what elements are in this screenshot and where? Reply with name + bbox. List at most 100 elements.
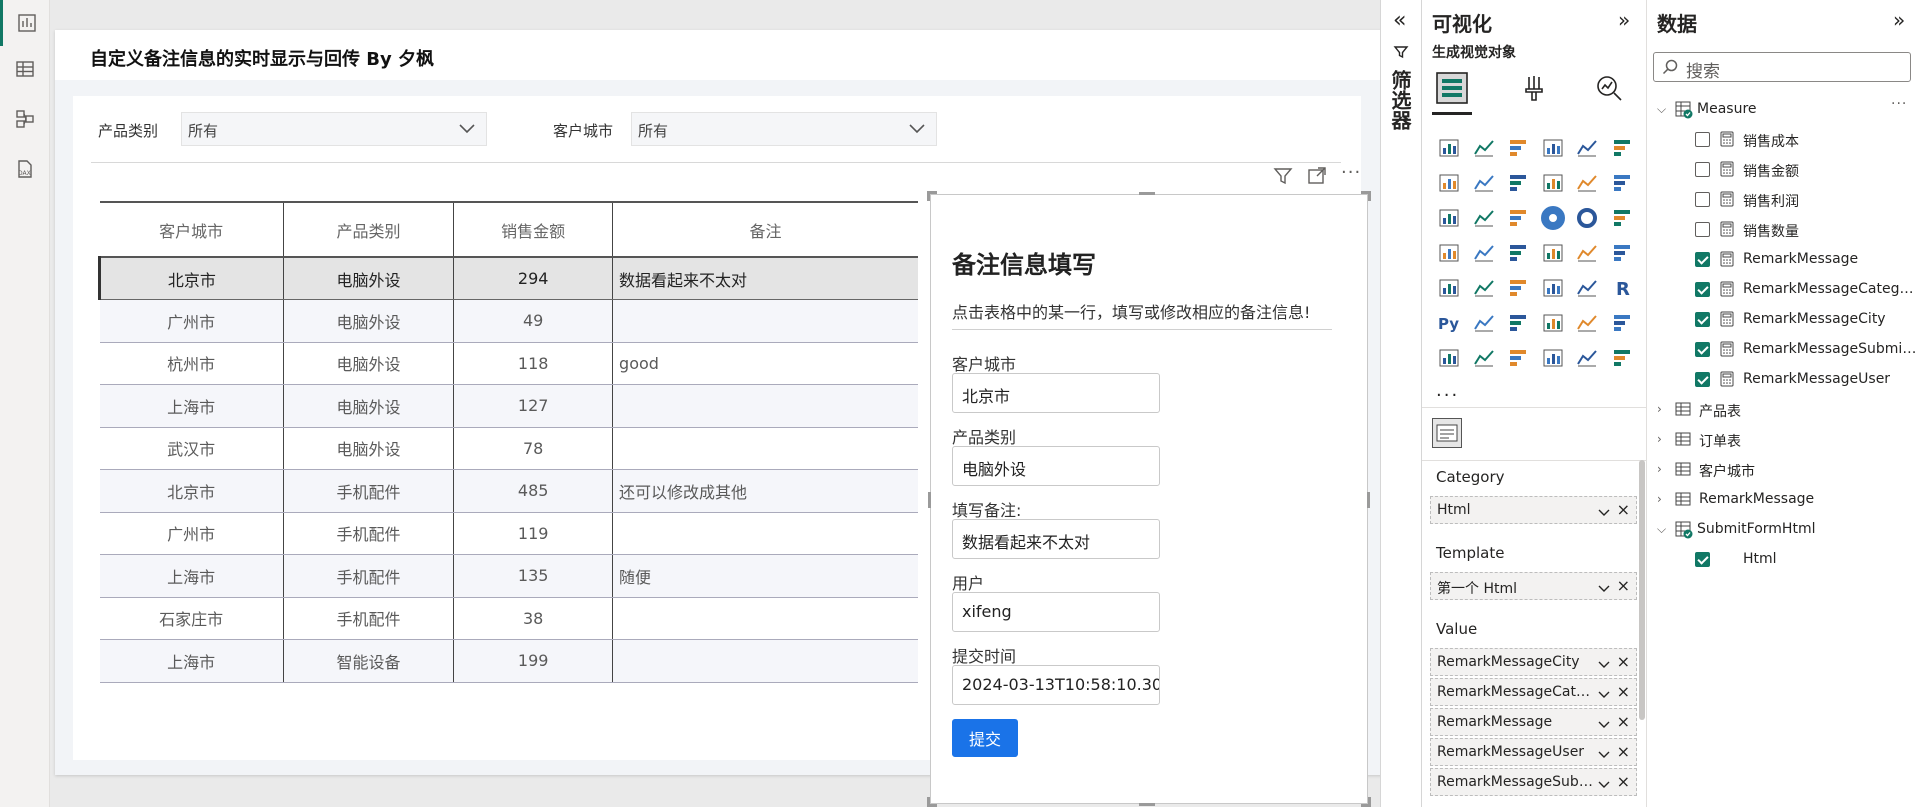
tree-field[interactable]: RemarkMessageCategory xyxy=(1647,277,1920,303)
table-row[interactable]: 北京市 电脑外设 294 数据看起来不太对 xyxy=(98,256,918,300)
resize-handle[interactable] xyxy=(1368,191,1371,201)
tree-table-0[interactable]: ⌵ Measure xyxy=(1647,97,1920,123)
col-header-category[interactable]: 产品类别 xyxy=(283,201,455,258)
multi-row-card-icon[interactable] xyxy=(1432,270,1467,305)
tab-build-visual[interactable] xyxy=(1428,66,1476,110)
field-checkbox[interactable] xyxy=(1695,372,1710,387)
chevron-down-icon[interactable] xyxy=(1598,747,1610,763)
well-field[interactable]: 第一个 Html × xyxy=(1430,572,1637,600)
html-visual-icon[interactable] xyxy=(1432,418,1462,448)
well-field[interactable]: RemarkMessageUser × xyxy=(1430,738,1637,766)
cell-sales[interactable]: 49 xyxy=(453,299,614,343)
clustered-column-chart-icon[interactable] xyxy=(1536,130,1571,165)
qa-visual-icon[interactable] xyxy=(1536,305,1571,340)
model-view-button[interactable] xyxy=(0,96,50,142)
stacked-column-chart-icon[interactable] xyxy=(1467,130,1502,165)
cell-city[interactable]: 广州市 xyxy=(99,299,284,343)
tree-field[interactable]: RemarkMessageCity xyxy=(1647,307,1920,333)
table-row[interactable]: 广州市 电脑外设 49 xyxy=(99,299,918,343)
filters-expand-button[interactable]: « xyxy=(1393,8,1406,33)
field-checkbox[interactable] xyxy=(1695,252,1710,267)
chevron-right-icon[interactable]: › xyxy=(1657,402,1662,416)
scatter-chart-icon[interactable] xyxy=(1501,200,1536,235)
kpi-icon[interactable] xyxy=(1467,270,1502,305)
data-pane-collapse-button[interactable]: » xyxy=(1893,8,1905,32)
resize-handle[interactable] xyxy=(1367,492,1370,508)
cell-city[interactable]: 上海市 xyxy=(99,554,284,598)
tree-field[interactable]: RemarkMessageUser xyxy=(1647,367,1920,393)
stacked-bar-chart-icon[interactable] xyxy=(1432,130,1467,165)
azure-map-icon[interactable] xyxy=(1536,235,1571,270)
power-automate-icon[interactable] xyxy=(1605,340,1640,375)
field-checkbox[interactable] xyxy=(1695,132,1710,147)
cell-category[interactable]: 电脑外设 xyxy=(283,299,455,343)
tree-table-2[interactable]: › 订单表 xyxy=(1647,427,1920,453)
table-row[interactable]: 上海市 电脑外设 127 xyxy=(99,384,918,428)
chevron-down-icon[interactable] xyxy=(1598,777,1610,793)
ribbon-chart-icon[interactable] xyxy=(1605,165,1640,200)
chevron-right-icon[interactable]: › xyxy=(1657,462,1662,476)
well-field[interactable]: RemarkMessageCity × xyxy=(1430,648,1637,676)
clustered-bar-chart-icon[interactable] xyxy=(1501,130,1536,165)
narrative-icon[interactable] xyxy=(1501,340,1536,375)
decomposition-tree-icon[interactable] xyxy=(1501,305,1536,340)
remove-field-icon[interactable]: × xyxy=(1617,652,1630,671)
line-clustered-column-chart-icon[interactable] xyxy=(1570,165,1605,200)
tree-table-1[interactable]: › 产品表 xyxy=(1647,397,1920,423)
tab-analytics[interactable] xyxy=(1585,66,1633,110)
table-row[interactable]: 上海市 手机配件 135 随便 xyxy=(99,554,918,598)
tree-field[interactable]: 销售金额 xyxy=(1647,157,1920,183)
focus-mode-button[interactable] xyxy=(1307,166,1327,190)
cell-remark[interactable] xyxy=(612,512,918,555)
remark-field[interactable]: 数据看起来不太对 xyxy=(952,519,1160,559)
power-apps-icon[interactable] xyxy=(1432,340,1467,375)
scrollbar[interactable] xyxy=(1639,460,1645,720)
remove-field-icon[interactable]: × xyxy=(1617,742,1630,761)
table-row[interactable]: 广州市 手机配件 119 xyxy=(99,512,918,555)
well-field[interactable]: RemarkMessageCategory × xyxy=(1430,678,1637,706)
resize-handle[interactable] xyxy=(1368,797,1371,807)
cell-city[interactable]: 石家庄市 xyxy=(99,597,284,640)
line-column-chart-icon[interactable] xyxy=(1536,165,1571,200)
cell-category[interactable]: 手机配件 xyxy=(283,512,455,555)
chevron-right-icon[interactable]: › xyxy=(1657,432,1662,446)
filters-pane-label[interactable]: 筛选器 xyxy=(1388,70,1415,130)
cell-remark[interactable]: 随便 xyxy=(612,554,918,598)
chevron-down-icon[interactable] xyxy=(1598,717,1610,733)
cell-category[interactable]: 电脑外设 xyxy=(283,256,455,300)
waterfall-chart-icon[interactable] xyxy=(1432,200,1467,235)
tree-table-4[interactable]: › RemarkMessage xyxy=(1647,487,1920,513)
cell-city[interactable]: 上海市 xyxy=(99,639,284,683)
shape-map-icon[interactable] xyxy=(1501,235,1536,270)
col-header-sales[interactable]: 销售金额 xyxy=(453,201,614,258)
resize-handle[interactable] xyxy=(928,492,931,508)
chevron-right-icon[interactable]: › xyxy=(1657,492,1662,506)
tree-table-5[interactable]: ⌵ SubmitFormHtml xyxy=(1647,517,1920,543)
remove-field-icon[interactable]: × xyxy=(1617,712,1630,731)
tree-table-3[interactable]: › 客户城市 xyxy=(1647,457,1920,483)
table-row[interactable]: 杭州市 电脑外设 118 good xyxy=(99,342,918,385)
table-view-button[interactable] xyxy=(0,46,50,92)
card-icon[interactable] xyxy=(1605,235,1640,270)
cell-remark[interactable]: good xyxy=(612,342,918,385)
col-header-remark[interactable]: 备注 xyxy=(612,201,918,258)
remove-field-icon[interactable]: × xyxy=(1617,682,1630,701)
search-input[interactable]: 搜索 xyxy=(1653,52,1911,82)
dax-query-view-button[interactable]: DAX xyxy=(0,146,50,192)
field-checkbox[interactable] xyxy=(1695,192,1710,207)
matrix-icon[interactable] xyxy=(1570,270,1605,305)
trophy-icon[interactable] xyxy=(1605,305,1640,340)
cell-sales[interactable]: 38 xyxy=(453,597,614,640)
html-content-icon[interactable] xyxy=(1467,340,1502,375)
report-view-button[interactable] xyxy=(0,0,50,46)
python-visual-icon[interactable]: Py xyxy=(1432,305,1467,340)
100-stacked-bar-chart-icon[interactable] xyxy=(1570,130,1605,165)
cell-category[interactable]: 智能设备 xyxy=(283,639,455,683)
remove-field-icon[interactable]: × xyxy=(1617,500,1630,519)
cell-remark[interactable] xyxy=(612,384,918,428)
cell-remark[interactable] xyxy=(612,639,918,683)
paginated-report-icon[interactable] xyxy=(1570,305,1605,340)
submit-time-field[interactable]: 2024-03-13T10:58:10.307Z xyxy=(952,665,1160,705)
chevron-down-icon[interactable]: ⌵ xyxy=(1657,522,1666,537)
map-icon[interactable] xyxy=(1432,235,1467,270)
